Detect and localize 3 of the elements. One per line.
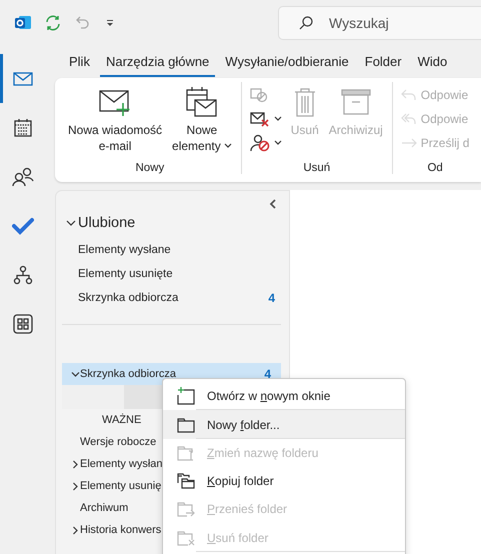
group-label: Usuń xyxy=(302,162,332,174)
group-label: Nowy xyxy=(134,162,166,174)
group-label: Od xyxy=(426,162,444,174)
